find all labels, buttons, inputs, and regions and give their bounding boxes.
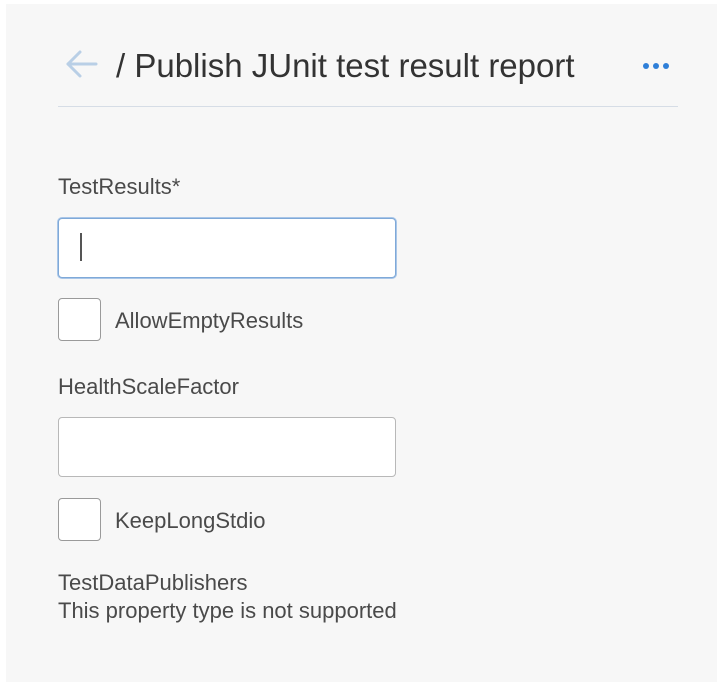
keep-long-stdio-label: KeepLongStdio xyxy=(115,508,266,533)
allow-empty-results-label: AllowEmptyResults xyxy=(115,308,304,333)
test-results-input[interactable] xyxy=(58,218,396,278)
test-results-field-wrapper xyxy=(58,218,396,278)
panel-header: / Publish JUnit test result report xyxy=(58,42,678,107)
back-button[interactable] xyxy=(64,46,100,82)
health-scale-factor-input[interactable] xyxy=(58,417,396,477)
keep-long-stdio-checkbox[interactable] xyxy=(58,498,101,541)
more-horizontal-icon xyxy=(643,63,669,69)
more-options-button[interactable] xyxy=(638,54,674,78)
health-scale-factor-label: HealthScaleFactor xyxy=(58,374,239,399)
test-results-label: TestResults* xyxy=(58,174,181,199)
test-data-publishers-label: TestDataPublishers xyxy=(58,570,248,595)
page-title: / Publish JUnit test result report xyxy=(116,47,575,84)
arrow-left-icon xyxy=(66,50,98,78)
step-config-panel: / Publish JUnit test result report TestR… xyxy=(6,4,717,682)
allow-empty-results-checkbox[interactable] xyxy=(58,298,101,341)
unsupported-property-message: This property type is not supported xyxy=(58,598,397,623)
text-caret xyxy=(80,233,82,261)
